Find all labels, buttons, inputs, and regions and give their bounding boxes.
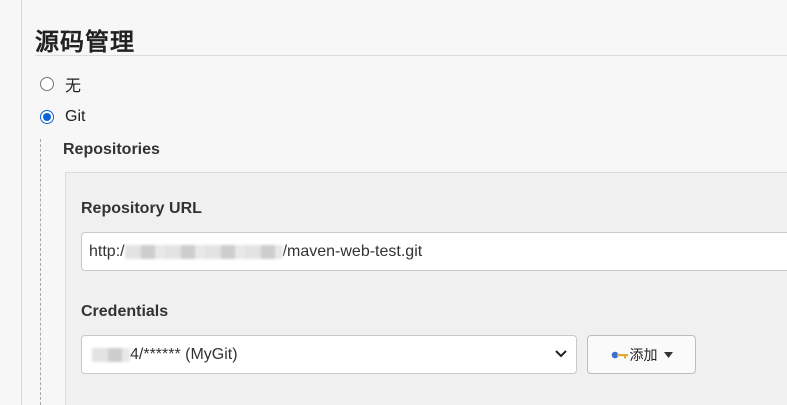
scm-option-git[interactable]: Git [40, 106, 85, 128]
radio-git[interactable] [40, 110, 54, 124]
git-options-guide [40, 139, 41, 405]
credentials-select[interactable]: 4/****** (MyGit) [81, 335, 577, 374]
repository-url-suffix: /maven-web-test.git [282, 242, 423, 260]
repository-url-prefix: http:/ [89, 242, 125, 260]
repository-url-input[interactable]: http:/ /maven-web-test.git [81, 232, 787, 271]
credentials-value: 4/****** (MyGit) [130, 345, 238, 363]
repository-url-label: Repository URL [81, 200, 202, 217]
page-left-border [21, 0, 22, 405]
add-button-label: 添加 [629, 347, 658, 364]
section-title: 源码管理 [35, 28, 135, 56]
redacted-host [124, 244, 283, 259]
section-divider [35, 55, 787, 56]
radio-git-label[interactable]: Git [65, 108, 85, 126]
radio-none-label[interactable]: 无 [65, 72, 81, 96]
credentials-label: Credentials [81, 303, 169, 320]
key-icon [611, 351, 628, 358]
add-credentials-button[interactable]: 添加 [587, 335, 696, 374]
radio-none[interactable] [40, 77, 54, 91]
redacted-username [92, 347, 130, 362]
scm-option-none[interactable]: 无 [40, 73, 81, 95]
chevron-down-icon [555, 350, 567, 358]
caret-down-icon [663, 351, 673, 358]
repositories-label: Repositories [63, 141, 160, 158]
